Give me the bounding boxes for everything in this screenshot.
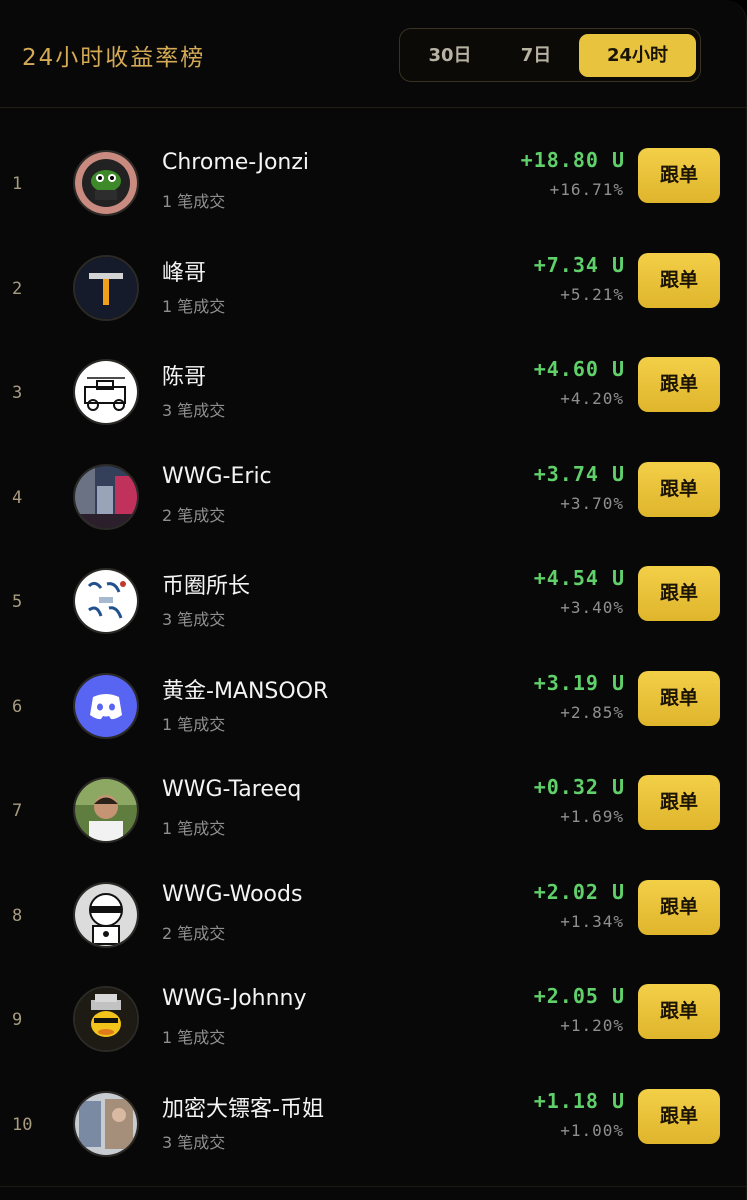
profit-percent: +16.71% xyxy=(549,180,624,199)
leaderboard-header: 24小时收益率榜 30日 7日 24小时 xyxy=(0,0,747,108)
rank-number: 3 xyxy=(12,383,23,403)
profit-amount: +18.80 U xyxy=(520,148,625,172)
duck-hat-avatar-icon[interactable] xyxy=(73,986,139,1052)
profit-amount: +1.18 U xyxy=(533,1088,625,1113)
profit-percent: +2.85% xyxy=(560,702,624,722)
profit-percent: +5.21% xyxy=(560,284,624,304)
person-photo-avatar-icon[interactable] xyxy=(73,777,139,843)
cartoon-character-avatar-icon[interactable] xyxy=(73,881,139,948)
trader-name[interactable]: WWG-Eric xyxy=(162,464,272,489)
tab-30d[interactable]: 30日 xyxy=(406,34,494,77)
profit-amount: +3.19 U xyxy=(533,670,625,695)
trader-name[interactable]: 币圈所长 xyxy=(162,568,250,600)
list-item[interactable]: 5 币圈所长 3 笔成交 +4.54 U +3.40% 跟单 xyxy=(0,566,747,670)
list-item[interactable]: 9 WWG-Johnny 1 笔成交 +2.05 U +1.20% 跟单 xyxy=(0,984,747,1088)
trader-name[interactable]: WWG-Woods xyxy=(162,882,302,907)
trade-count: 2 笔成交 xyxy=(162,505,226,525)
profit-percent: +4.20% xyxy=(560,389,624,408)
rank-number: 5 xyxy=(12,592,23,612)
trade-count: 1 笔成交 xyxy=(162,714,226,734)
trade-count: 2 笔成交 xyxy=(162,923,226,943)
trade-count: 1 笔成交 xyxy=(162,819,226,838)
leaderboard-card: 24小时收益率榜 30日 7日 24小时 1 Chrome-Jonzi 1 笔成… xyxy=(0,0,747,1200)
list-item[interactable]: 2 峰哥 1 笔成交 +7.34 U +5.21% 跟单 xyxy=(0,252,747,357)
list-item[interactable]: 3 陈哥 3 笔成交 +4.60 U +4.20% 跟单 xyxy=(0,357,747,461)
follow-button[interactable]: 跟单 xyxy=(638,984,720,1039)
rank-number: 8 xyxy=(12,905,23,926)
profit-amount: +0.32 U xyxy=(533,775,625,799)
calligraphy-avatar-icon[interactable] xyxy=(73,568,139,634)
photo-collage-avatar-icon[interactable] xyxy=(73,1090,139,1157)
trader-name[interactable]: WWG-Tareeq xyxy=(162,777,301,802)
trader-name[interactable]: 加密大镖客-币姐 xyxy=(162,1091,324,1123)
rank-number: 9 xyxy=(12,1010,23,1030)
profit-amount: +7.34 U xyxy=(533,252,625,277)
trader-name[interactable]: 黄金-MANSOOR xyxy=(162,673,328,705)
follow-button[interactable]: 跟单 xyxy=(638,252,720,308)
profit-amount: +2.02 U xyxy=(533,879,625,904)
trader-name[interactable]: 陈哥 xyxy=(162,359,206,391)
rank-number: 1 xyxy=(12,174,23,194)
tab-24h[interactable]: 24小时 xyxy=(579,34,696,77)
pepe-avatar-icon[interactable] xyxy=(73,150,139,216)
follow-button[interactable]: 跟单 xyxy=(638,357,720,412)
rank-number: 7 xyxy=(12,801,23,821)
trader-name[interactable]: WWG-Johnny xyxy=(162,986,307,1011)
trade-count: 1 笔成交 xyxy=(162,296,226,316)
profit-percent: +1.00% xyxy=(560,1120,624,1140)
profit-percent: +3.40% xyxy=(560,598,624,617)
profit-amount: +4.54 U xyxy=(533,566,625,590)
trade-count: 3 笔成交 xyxy=(162,401,226,420)
follow-button[interactable]: 跟单 xyxy=(638,148,720,203)
profit-amount: +3.74 U xyxy=(533,461,625,486)
trade-count: 3 笔成交 xyxy=(162,1132,226,1152)
profit-amount: +4.60 U xyxy=(533,357,625,381)
vintage-car-avatar-icon[interactable] xyxy=(73,359,139,425)
follow-button[interactable]: 跟单 xyxy=(638,670,720,726)
rank-number: 6 xyxy=(12,696,23,717)
profit-percent: +1.69% xyxy=(560,807,624,826)
city-photo-avatar-icon[interactable] xyxy=(73,463,139,530)
list-item[interactable]: 10 加密大镖客-币姐 3 笔成交 +1.18 U +1.00% 跟单 xyxy=(0,1088,747,1193)
trade-count: 3 笔成交 xyxy=(162,610,226,629)
list-item[interactable]: 6 黄金-MANSOOR 1 笔成交 +3.19 U +2.85% 跟单 xyxy=(0,670,747,775)
page-title: 24小时收益率榜 xyxy=(22,45,206,71)
follow-button[interactable]: 跟单 xyxy=(638,566,720,621)
list-item[interactable]: 4 WWG-Eric 2 笔成交 +3.74 U +3.70% 跟单 xyxy=(0,461,747,566)
trader-name[interactable]: 峰哥 xyxy=(162,255,206,287)
follow-button[interactable]: 跟单 xyxy=(638,775,720,830)
letter-t-avatar-icon[interactable] xyxy=(73,254,139,321)
rank-number: 10 xyxy=(12,1114,33,1135)
trader-name[interactable]: Chrome-Jonzi xyxy=(162,150,309,175)
tab-7d[interactable]: 7日 xyxy=(496,34,576,77)
follow-button[interactable]: 跟单 xyxy=(638,879,720,935)
list-item[interactable]: 7 WWG-Tareeq 1 笔成交 +0.32 U +1.69% 跟单 xyxy=(0,775,747,879)
list-item[interactable]: 1 Chrome-Jonzi 1 笔成交 +18.80 U +16.71% 跟单 xyxy=(0,148,747,252)
period-tabs: 30日 7日 24小时 xyxy=(399,28,701,82)
list-item[interactable]: 8 WWG-Woods 2 笔成交 +2.02 U +1.34% 跟单 xyxy=(0,879,747,984)
follow-button[interactable]: 跟单 xyxy=(638,461,720,517)
discord-avatar-icon[interactable] xyxy=(73,672,139,739)
trade-count: 1 笔成交 xyxy=(162,192,226,211)
rank-number: 4 xyxy=(12,487,23,508)
profit-percent: +1.20% xyxy=(560,1016,624,1035)
divider xyxy=(0,1186,747,1187)
follow-button[interactable]: 跟单 xyxy=(638,1088,720,1144)
profit-percent: +3.70% xyxy=(560,493,624,513)
profit-amount: +2.05 U xyxy=(533,984,625,1008)
profit-percent: +1.34% xyxy=(560,911,624,931)
rank-number: 2 xyxy=(12,278,23,299)
trade-count: 1 笔成交 xyxy=(162,1028,226,1047)
